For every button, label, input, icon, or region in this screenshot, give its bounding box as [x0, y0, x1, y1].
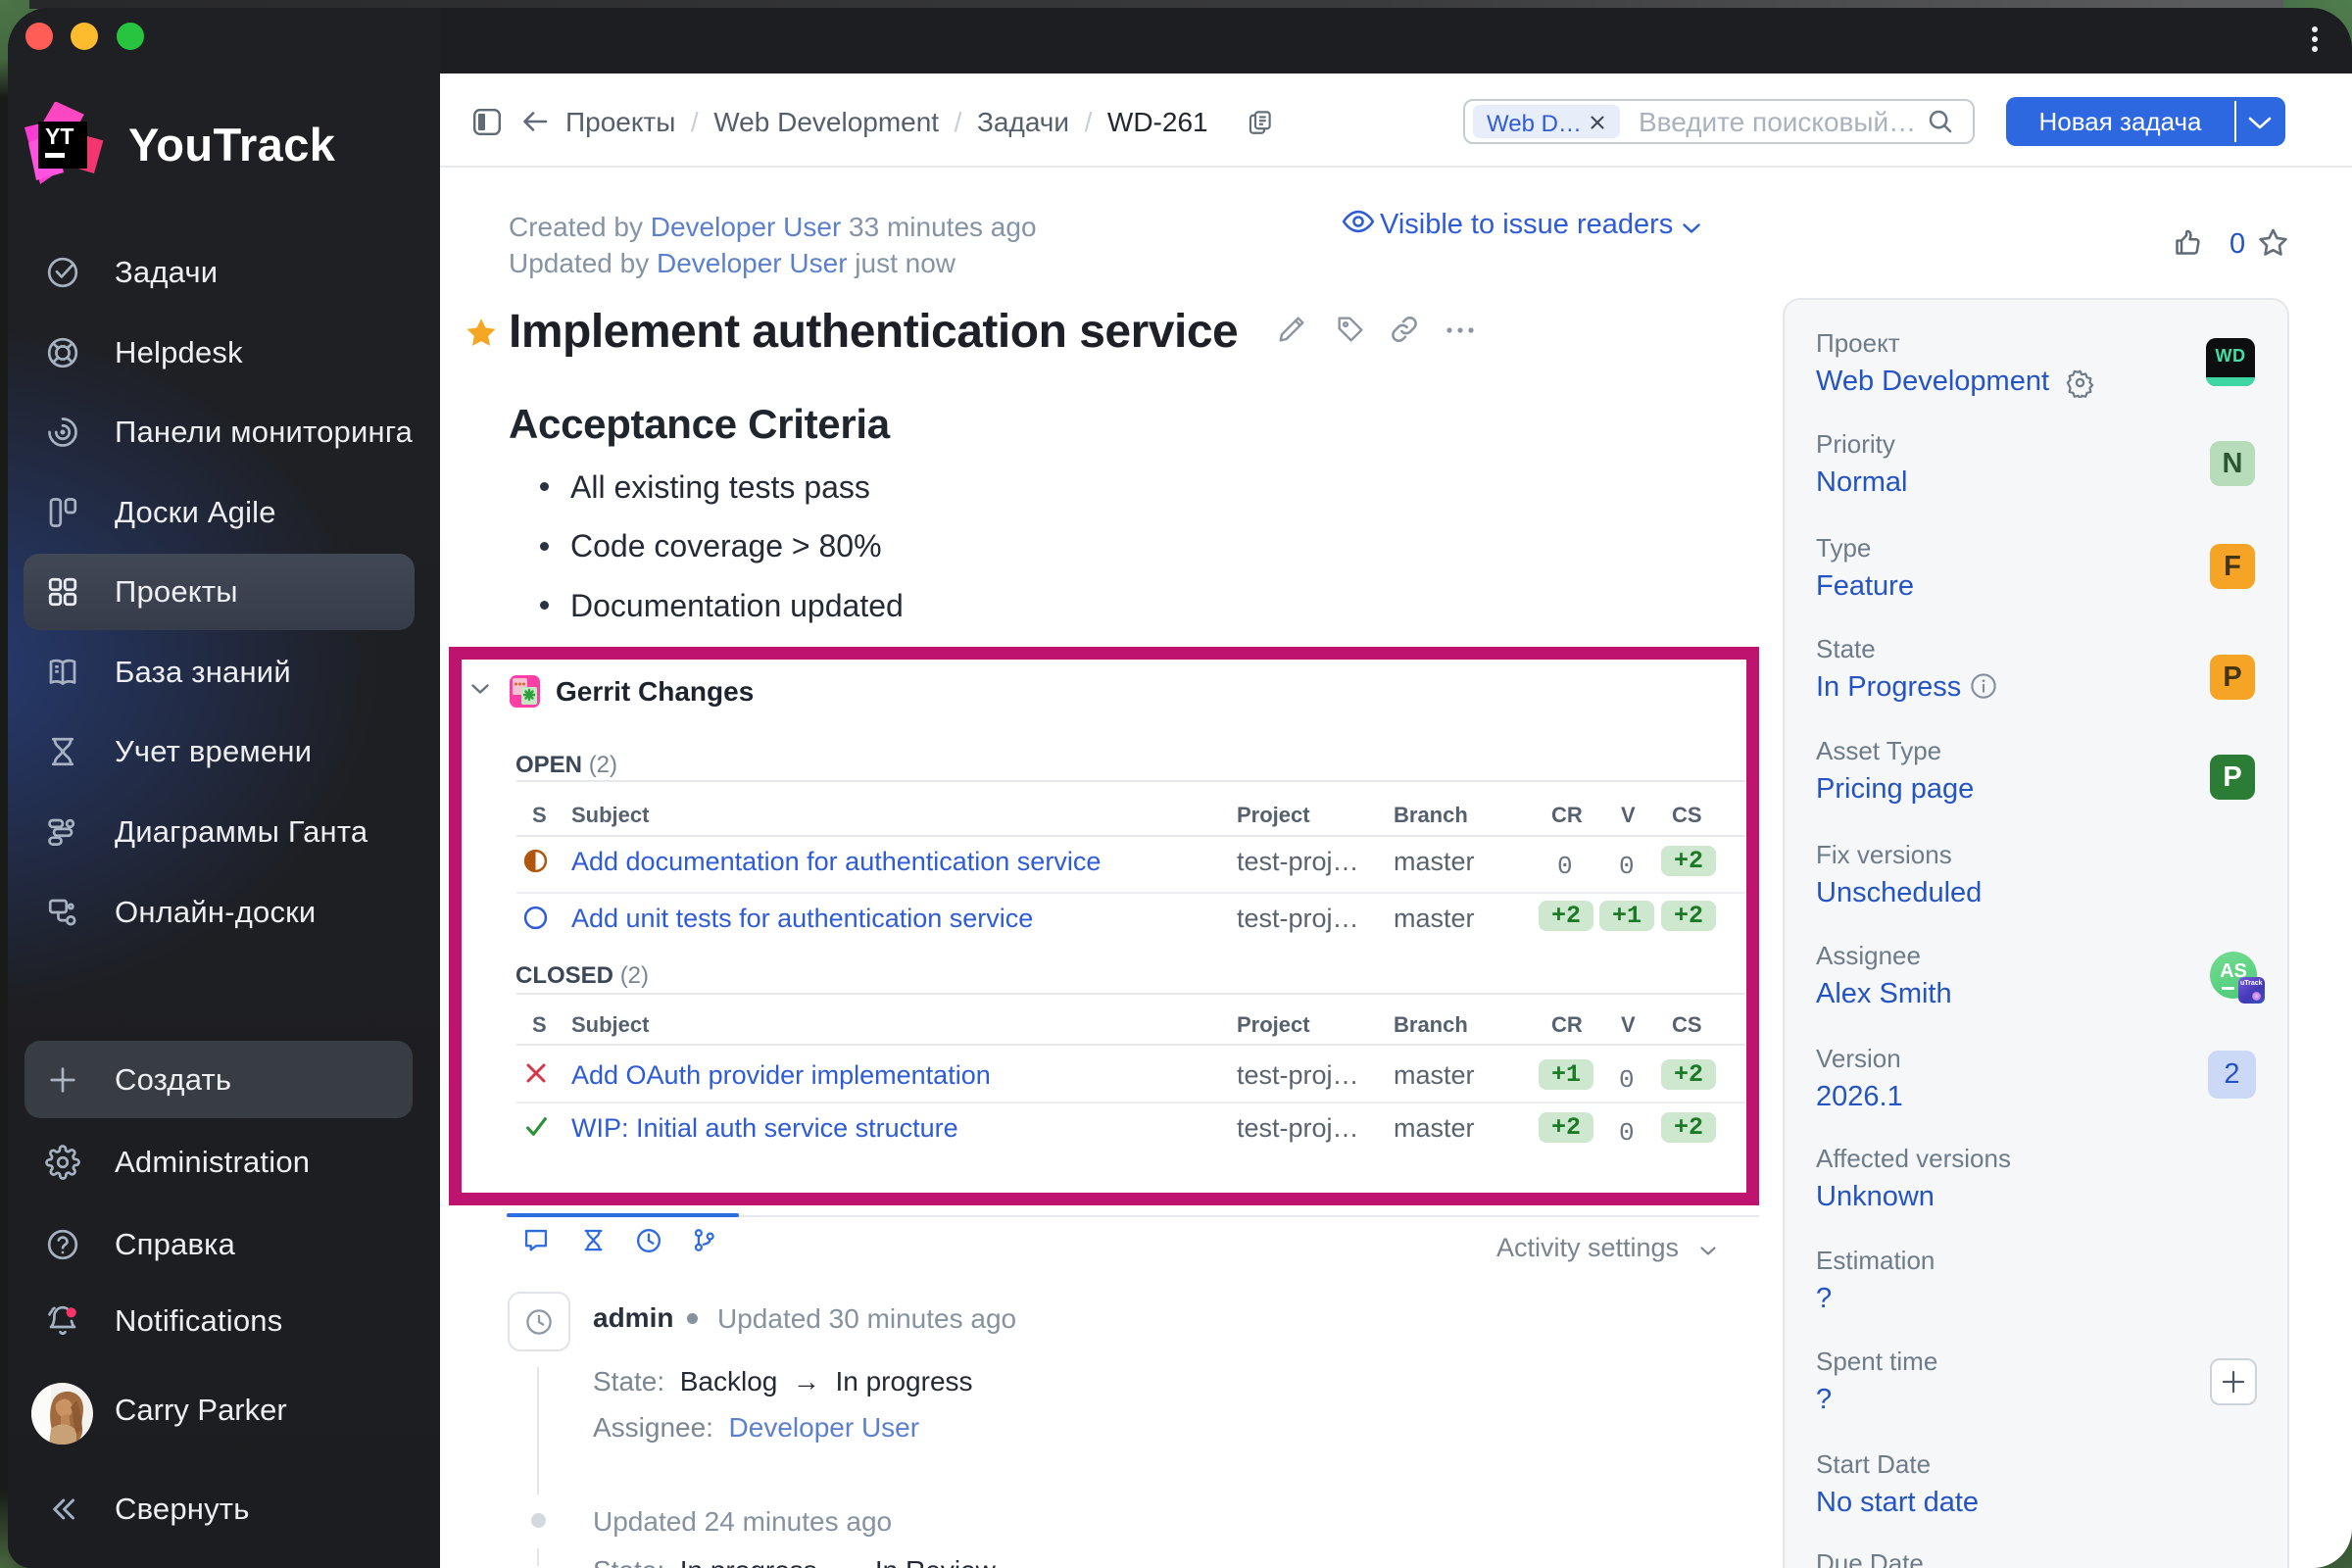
svg-text:YT: YT: [45, 123, 74, 149]
